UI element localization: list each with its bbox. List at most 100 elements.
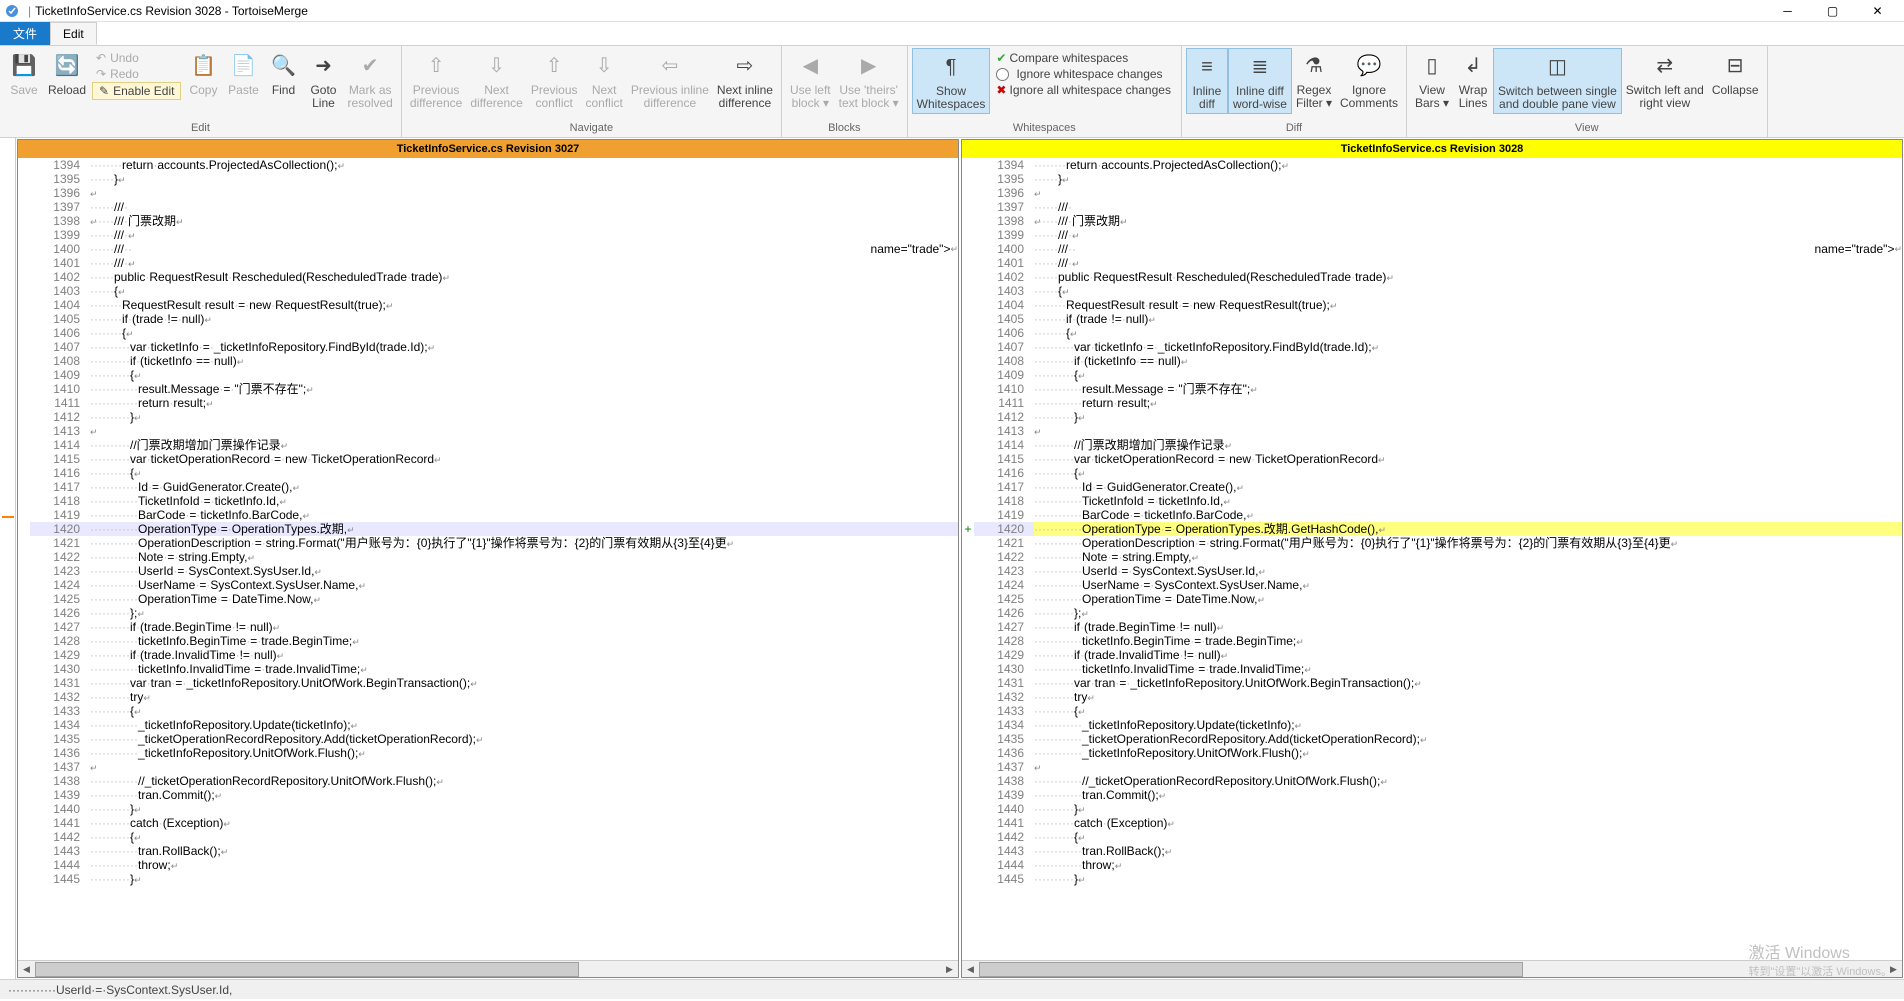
code-line[interactable]: 1426··········};↵	[18, 606, 958, 620]
code-line[interactable]: 1411············return·result;↵	[18, 396, 958, 410]
code-line[interactable]: 1439············tran.Commit();↵	[18, 788, 958, 802]
code-line[interactable]: 1418············TicketInfoId·=·ticketInf…	[18, 494, 958, 508]
inline-diff-word-button[interactable]: ≣Inline diff word-wise	[1228, 48, 1292, 114]
code-line[interactable]: 1409··········{↵	[962, 368, 1902, 382]
code-line[interactable]: 1400······///··name="trade">↵	[18, 242, 958, 256]
code-line[interactable]: 1437↵	[962, 760, 1902, 774]
enable-edit-button[interactable]: ✎Enable Edit	[92, 82, 181, 100]
code-line[interactable]: 1397······///·↵	[962, 200, 1902, 214]
code-line[interactable]: 1445··········}↵	[962, 872, 1902, 886]
find-button[interactable]: 🔍Find	[263, 48, 303, 99]
code-line[interactable]: 1444············throw;↵	[18, 858, 958, 872]
code-line[interactable]: 1432··········try↵	[962, 690, 1902, 704]
code-line[interactable]: 1396↵	[18, 186, 958, 200]
code-line[interactable]: 1397······///·↵	[18, 200, 958, 214]
code-line[interactable]: 1419············BarCode·=·ticketInfo.Bar…	[18, 508, 958, 522]
code-line[interactable]: 1413↵	[18, 424, 958, 438]
code-line[interactable]: 1398······///·门票改期↵	[962, 214, 1902, 228]
scroll-right-icon[interactable]: ▶	[941, 961, 958, 978]
code-line[interactable]: 1423············UserId·=·SysContext.SysU…	[18, 564, 958, 578]
ignore-ws-changes-radio[interactable]: Ignore whitespace changes	[992, 66, 1175, 82]
code-line[interactable]: 1427··········if·(trade.BeginTime·!=·nul…	[962, 620, 1902, 634]
code-line[interactable]: 1443············tran.RollBack();↵	[18, 844, 958, 858]
code-line[interactable]: 1437↵	[18, 760, 958, 774]
code-line[interactable]: 1403······{↵	[18, 284, 958, 298]
view-bars-button[interactable]: ▯View Bars ▾	[1411, 48, 1453, 112]
code-line[interactable]: 1420············OperationType·=·Operatio…	[18, 522, 958, 536]
code-line[interactable]: 1399······///·↵	[18, 228, 958, 242]
code-line[interactable]: 1441··········catch·(Exception)↵	[962, 816, 1902, 830]
code-line[interactable]: 1394········return·accounts.ProjectedAsC…	[18, 158, 958, 172]
code-line[interactable]: 1440··········}↵	[18, 802, 958, 816]
code-line[interactable]: 1445··········}↵	[18, 872, 958, 886]
code-line[interactable]: 1433··········{↵	[962, 704, 1902, 718]
code-line[interactable]: 1406········{↵	[18, 326, 958, 340]
switch-lr-button[interactable]: ⇄Switch left and right view	[1622, 48, 1708, 112]
code-line[interactable]: 1398······///·门票改期↵	[18, 214, 958, 228]
scroll-left-icon[interactable]: ◀	[18, 961, 35, 978]
collapse-button[interactable]: ⊟Collapse	[1708, 48, 1763, 99]
right-hscroll[interactable]: ◀ ▶	[962, 960, 1902, 977]
code-line[interactable]: 1440··········}↵	[962, 802, 1902, 816]
code-line[interactable]: 1425············OperationTime·=·DateTime…	[962, 592, 1902, 606]
code-line[interactable]: 1395······}↵	[962, 172, 1902, 186]
code-line[interactable]: 1427··········if·(trade.BeginTime·!=·nul…	[18, 620, 958, 634]
ignore-comments-button[interactable]: 💬Ignore Comments	[1336, 48, 1402, 112]
code-line[interactable]: 1436············_ticketInfoRepository.Un…	[962, 746, 1902, 760]
code-line[interactable]: 1410············result.Message·=·"门票不存在"…	[18, 382, 958, 396]
code-line[interactable]: 1429··········if·(trade.InvalidTime·!=·n…	[962, 648, 1902, 662]
code-line[interactable]: 1422············Note·=·string.Empty,↵	[962, 550, 1902, 564]
code-line[interactable]: 1430············ticketInfo.InvalidTime·=…	[962, 662, 1902, 676]
code-line[interactable]: 1395······}↵	[18, 172, 958, 186]
code-line[interactable]: 1402······public·RequestResult·Reschedul…	[18, 270, 958, 284]
code-line[interactable]: 1396↵	[962, 186, 1902, 200]
code-line[interactable]: 1444············throw;↵	[962, 858, 1902, 872]
code-line[interactable]: 1412··········}↵	[962, 410, 1902, 424]
code-line[interactable]: 1429··········if·(trade.InvalidTime·!=·n…	[18, 648, 958, 662]
code-line[interactable]: 1400······///··name="trade">↵	[962, 242, 1902, 256]
code-line[interactable]: 1439············tran.Commit();↵	[962, 788, 1902, 802]
code-line[interactable]: 1409··········{↵	[18, 368, 958, 382]
code-line[interactable]: 1417············Id·=·GuidGenerator.Creat…	[962, 480, 1902, 494]
code-line[interactable]: 1438············//_ticketOperationRecord…	[18, 774, 958, 788]
code-line[interactable]: 1406········{↵	[962, 326, 1902, 340]
code-line[interactable]: 1435············_ticketOperationRecordRe…	[962, 732, 1902, 746]
code-line[interactable]: 1424············UserName·=·SysContext.Sy…	[962, 578, 1902, 592]
code-line[interactable]: 1434············_ticketInfoRepository.Up…	[962, 718, 1902, 732]
code-line[interactable]: 1436············_ticketInfoRepository.Un…	[18, 746, 958, 760]
code-line[interactable]: 1412··········}↵	[18, 410, 958, 424]
right-code-area[interactable]: 1394········return·accounts.ProjectedAsC…	[962, 158, 1902, 960]
code-line[interactable]: 1405········if·(trade·!=·null)↵	[18, 312, 958, 326]
code-line[interactable]: 1425············OperationTime·=·DateTime…	[18, 592, 958, 606]
menu-edit[interactable]: Edit	[50, 22, 97, 45]
code-line[interactable]: 1408··········if·(ticketInfo·==·null)↵	[962, 354, 1902, 368]
code-line[interactable]: 1421············OperationDescription·=·s…	[962, 536, 1902, 550]
code-line[interactable]: 1443············tran.RollBack();↵	[962, 844, 1902, 858]
code-line[interactable]: 1441··········catch·(Exception)↵	[18, 816, 958, 830]
code-line[interactable]: 1442··········{↵	[18, 830, 958, 844]
code-line[interactable]: 1407··········var·ticketInfo·=·_ticketIn…	[18, 340, 958, 354]
wrap-lines-button[interactable]: ↲Wrap Lines	[1453, 48, 1493, 112]
reload-button[interactable]: 🔄Reload	[44, 48, 90, 99]
code-line[interactable]: 1411············return·result;↵	[962, 396, 1902, 410]
code-line[interactable]: 1433··········{↵	[18, 704, 958, 718]
code-line[interactable]: 1428············ticketInfo.BeginTime·=·t…	[18, 634, 958, 648]
code-line[interactable]: 1405········if·(trade·!=·null)↵	[962, 312, 1902, 326]
left-code-area[interactable]: 1394········return·accounts.ProjectedAsC…	[18, 158, 958, 960]
code-line[interactable]: 1426··········};↵	[962, 606, 1902, 620]
code-line[interactable]: 1421············OperationDescription·=·s…	[18, 536, 958, 550]
code-line[interactable]: 1394········return·accounts.ProjectedAsC…	[962, 158, 1902, 172]
switch-pane-button[interactable]: ◫Switch between single and double pane v…	[1493, 48, 1622, 114]
code-line[interactable]: 1431··········var·tran·=·_ticketInfoRepo…	[18, 676, 958, 690]
code-line[interactable]: 1423············UserId·=·SysContext.SysU…	[962, 564, 1902, 578]
code-line[interactable]: 1408··········if·(ticketInfo·==·null)↵	[18, 354, 958, 368]
code-line[interactable]: 1430············ticketInfo.InvalidTime·=…	[18, 662, 958, 676]
close-button[interactable]: ✕	[1855, 0, 1900, 22]
code-line[interactable]: 1435············_ticketOperationRecordRe…	[18, 732, 958, 746]
left-hscroll[interactable]: ◀ ▶	[18, 960, 958, 977]
code-line[interactable]: 1401······///·↵	[18, 256, 958, 270]
code-line[interactable]: 1424············UserName·=·SysContext.Sy…	[18, 578, 958, 592]
code-line[interactable]: 1410············result.Message·=·"门票不存在"…	[962, 382, 1902, 396]
code-line[interactable]: 1419············BarCode·=·ticketInfo.Bar…	[962, 508, 1902, 522]
code-line[interactable]: 1413↵	[962, 424, 1902, 438]
